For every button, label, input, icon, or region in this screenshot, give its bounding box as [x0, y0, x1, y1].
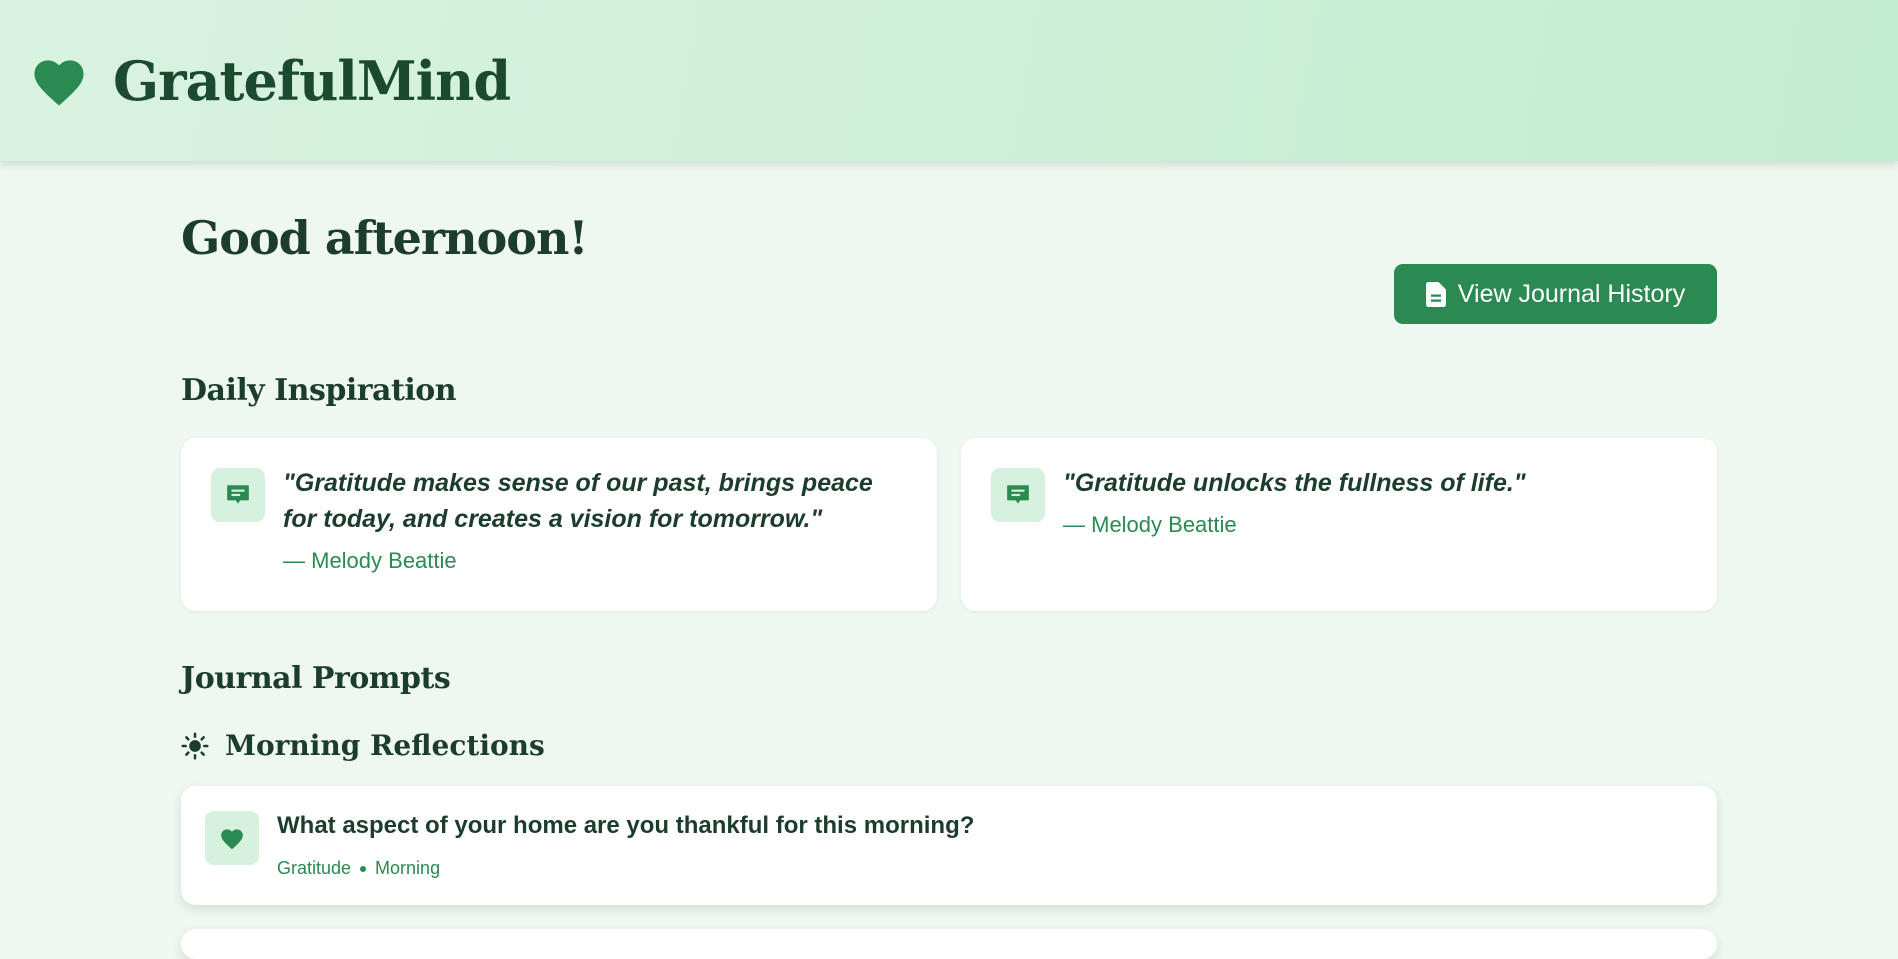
prompt-tags: Gratitude Morning [277, 858, 440, 879]
quote-body: "Gratitude unlocks the fullness of life.… [1063, 469, 1526, 497]
journal-prompts-title: Journal Prompts [181, 661, 451, 696]
quote-card: "Gratitude makes sense of our past, brin… [181, 438, 937, 611]
view-journal-history-button[interactable]: View Journal History [1394, 264, 1717, 324]
page-title: Good afternoon! [181, 211, 589, 265]
tag-label: Morning [375, 858, 441, 878]
prompt-card[interactable]: What aspect of your home are you thankfu… [181, 786, 1717, 905]
view-journal-history-label: View Journal History [1457, 279, 1686, 308]
app-header: GratefulMind [0, 0, 1898, 161]
prompt-card[interactable] [181, 929, 1717, 959]
quote-text: "Gratitude makes sense of our past, brin… [283, 465, 909, 579]
message-icon [1007, 485, 1029, 504]
quote-card: "Gratitude unlocks the fullness of life.… [961, 438, 1717, 611]
sun-icon [181, 731, 209, 760]
quote-body: "Gratitude makes sense of our past, brin… [283, 469, 873, 533]
quote-author: — Melody Beattie [1063, 512, 1237, 537]
quote-icon-box [991, 468, 1045, 522]
prompt-icon-box [205, 811, 259, 865]
app-logo-text[interactable]: GratefulMind [113, 49, 511, 113]
category-header: Morning Reflections [181, 729, 545, 762]
heart-icon [221, 829, 243, 850]
daily-inspiration-title: Daily Inspiration [181, 373, 457, 408]
heart-icon [34, 59, 84, 106]
tag-label: Gratitude [277, 858, 352, 878]
quote-text: "Gratitude unlocks the fullness of life.… [1063, 465, 1689, 543]
prompt-text: What aspect of your home are you thankfu… [277, 812, 975, 839]
document-icon [1425, 281, 1446, 307]
quote-author: — Melody Beattie [283, 548, 457, 573]
quote-icon-box [211, 468, 265, 522]
tag-separator [360, 865, 367, 872]
message-icon [227, 485, 249, 504]
category-label: Morning Reflections [225, 729, 545, 762]
